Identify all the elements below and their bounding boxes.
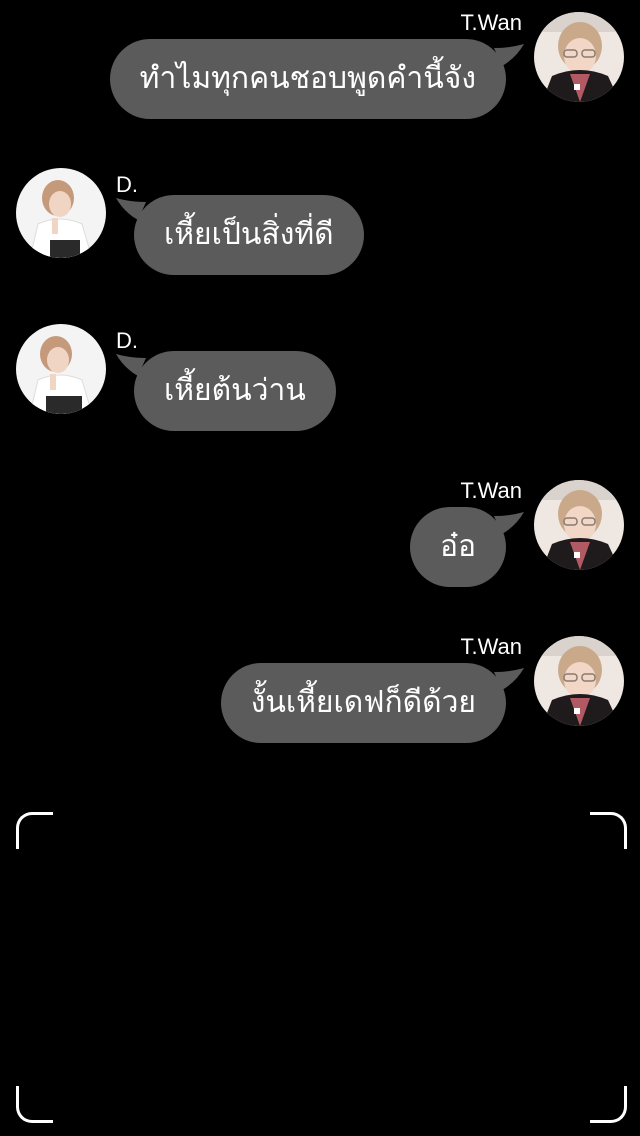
d-avatar[interactable] (16, 324, 106, 414)
sender-name: D. (116, 328, 138, 353)
viewfinder-corner-bottom-right-icon (590, 1086, 627, 1123)
viewfinder-corner-bottom-left-icon (16, 1086, 53, 1123)
message-bubble[interactable]: เหี้ยต้นว่าน (134, 351, 336, 431)
t-wan-avatar[interactable] (534, 480, 624, 570)
sender-name: T.Wan (460, 478, 522, 503)
message-bubble[interactable]: เหี้ยเป็นสิ่งที่ดี (134, 195, 364, 275)
viewfinder-corner-top-right-icon (590, 812, 627, 849)
message-bubble[interactable]: ทำไมทุกคนชอบพูดคำนี้จัง (109, 39, 506, 119)
sender-name: D. (116, 172, 138, 197)
sender-name: T.Wan (460, 634, 522, 659)
message-bubble[interactable]: อ๋อ (409, 507, 506, 587)
message-bubble[interactable]: งั้นเหี้ยเดฟก็ดีด้วย (220, 663, 506, 743)
viewfinder-corner-top-left-icon (16, 812, 53, 849)
t-wan-avatar[interactable] (534, 12, 624, 102)
sender-name: T.Wan (460, 10, 522, 35)
d-avatar[interactable] (16, 168, 106, 258)
chat-thread: T.Wan ทำไมทุกคนชอบพูดคำนี้จัง D. เหี้ยเป… (0, 0, 640, 780)
t-wan-avatar[interactable] (534, 636, 624, 726)
